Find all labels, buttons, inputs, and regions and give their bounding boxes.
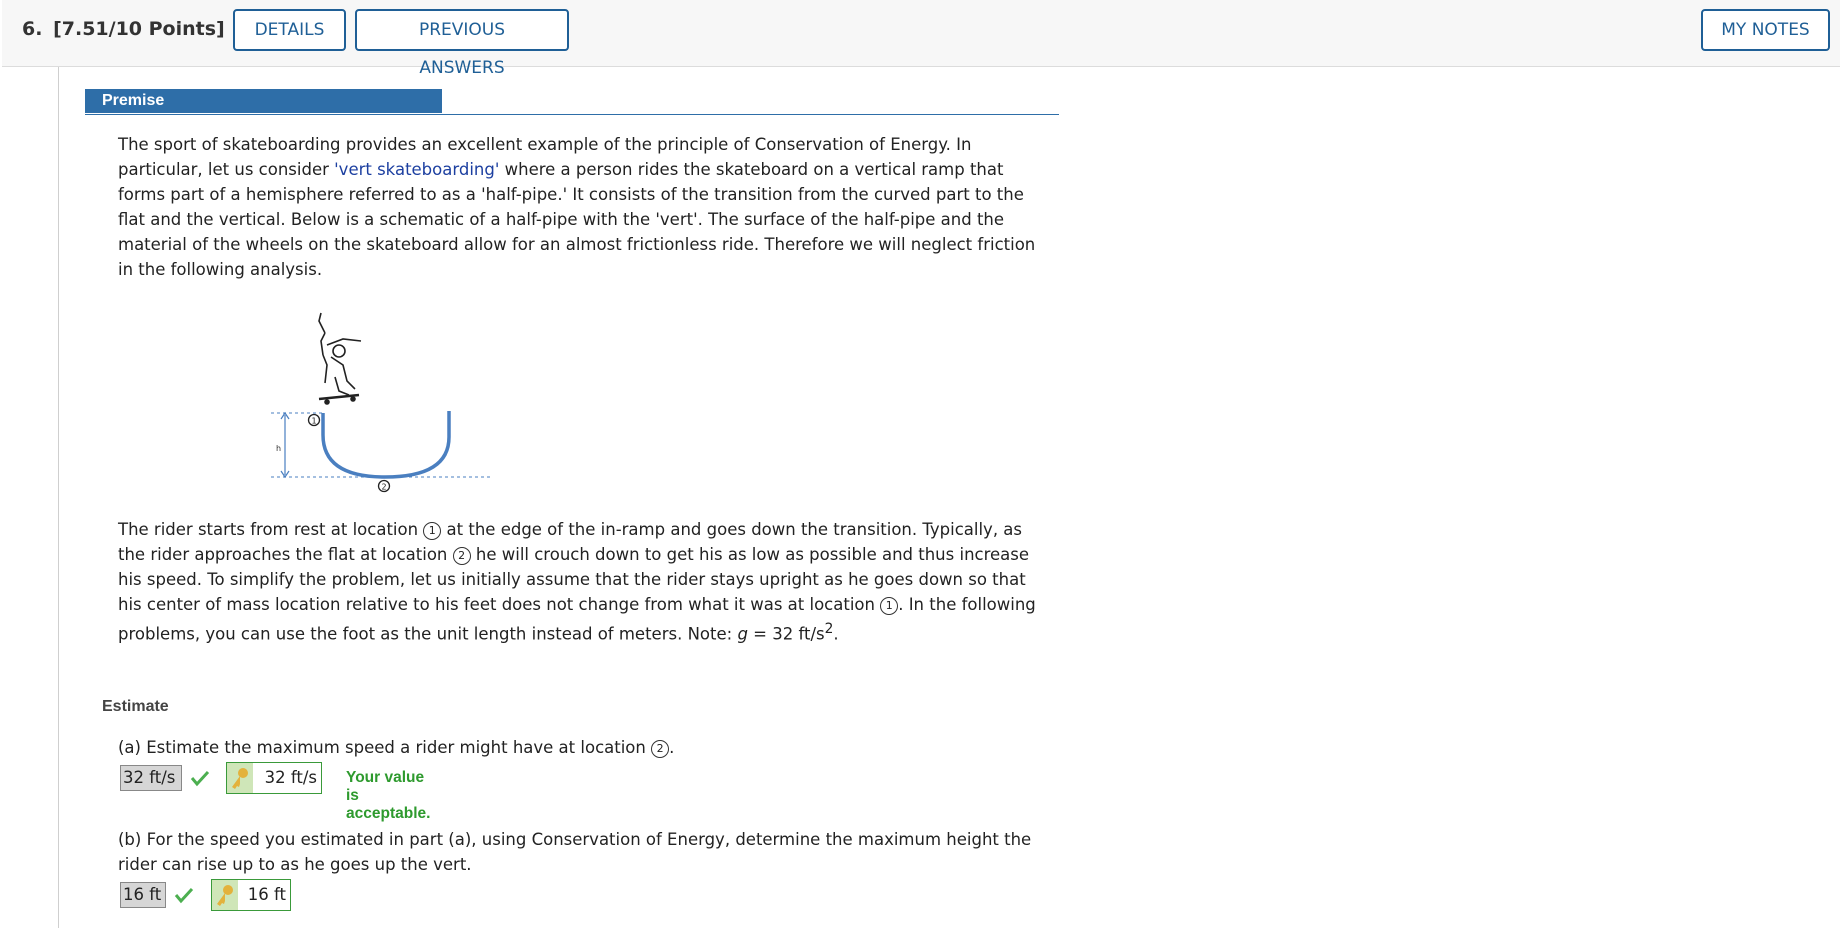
- g-symbol: g: [737, 624, 748, 644]
- premise-text: The rider starts from rest at location: [118, 520, 424, 539]
- question-number: 6. [7.51/10 Points]: [22, 18, 225, 40]
- height-label: h: [276, 444, 281, 453]
- location-2-symbol: 2: [452, 547, 471, 565]
- question-index: 6.: [22, 18, 43, 40]
- location-2-symbol: 2: [651, 740, 670, 758]
- my-notes-button[interactable]: MY NOTES: [1701, 9, 1830, 51]
- location-1-symbol: 1: [423, 522, 442, 540]
- key-icon: [212, 880, 238, 910]
- location-1-label: 1: [312, 417, 317, 426]
- question-b-text: (b) For the speed you estimated in part …: [118, 830, 1032, 874]
- half-pipe-diagram: h 1 2: [271, 312, 493, 493]
- previous-answers-button[interactable]: PREVIOUS ANSWERS: [355, 9, 569, 78]
- premise-section-header: Premise: [85, 89, 1059, 115]
- premise-text: .: [833, 624, 839, 644]
- question-a-end: .: [669, 738, 675, 757]
- feedback-acceptable: Your value is acceptable.: [346, 769, 431, 822]
- question-body: Premise The sport of skateboarding provi…: [58, 67, 1059, 928]
- location-1-symbol: 1: [880, 597, 899, 615]
- question-header: 6. [7.51/10 Points] DETAILS PREVIOUS ANS…: [2, 0, 1840, 78]
- answer-key-b-value: 16 ft: [247, 885, 286, 904]
- details-button[interactable]: DETAILS: [233, 9, 346, 51]
- answer-a-value: 32 ft/s: [120, 765, 182, 791]
- answer-key-a-value: 32 ft/s: [264, 768, 317, 787]
- skater-figure: [318, 312, 362, 405]
- half-pipe-curve: [321, 411, 451, 479]
- vert-skateboarding-link[interactable]: 'vert skateboarding': [334, 160, 499, 179]
- key-icon-glyph: [217, 885, 233, 906]
- premise-paragraph-2: The rider starts from rest at location 1…: [118, 517, 1038, 647]
- question-b: (b) For the speed you estimated in part …: [118, 827, 1038, 877]
- key-icon: [227, 763, 253, 793]
- question-points: [7.51/10 Points]: [53, 18, 225, 40]
- check-icon: [190, 770, 210, 787]
- key-icon-glyph: [232, 768, 248, 789]
- g-value: = 32 ft/s: [747, 624, 825, 644]
- question-a: (a) Estimate the maximum speed a rider m…: [118, 735, 1038, 760]
- question-a-text: (a) Estimate the maximum speed a rider m…: [118, 738, 652, 757]
- check-icon: [174, 887, 194, 904]
- answer-key-a[interactable]: 32 ft/s: [226, 762, 322, 794]
- estimate-heading: Estimate: [102, 698, 169, 715]
- premise-paragraph-1: The sport of skateboarding provides an e…: [118, 132, 1038, 282]
- answer-key-b[interactable]: 16 ft: [211, 879, 291, 911]
- answer-b-value: 16 ft: [120, 882, 166, 908]
- location-2-label: 2: [382, 483, 387, 492]
- premise-heading: Premise: [85, 89, 442, 113]
